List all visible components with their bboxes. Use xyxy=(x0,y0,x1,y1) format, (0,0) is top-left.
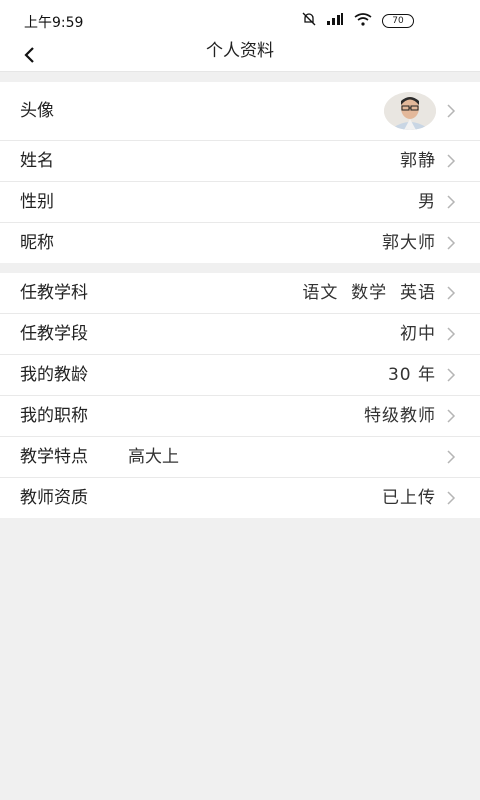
chevron-right-icon xyxy=(447,273,456,313)
section-gap xyxy=(0,263,480,273)
signal-icon xyxy=(327,13,343,25)
qualification-label: 教师资质 xyxy=(20,488,88,508)
section-gap xyxy=(0,72,480,82)
subject-row[interactable]: 任教学科 语文 数学 英语 xyxy=(0,273,480,314)
chevron-right-icon xyxy=(447,396,456,436)
nickname-value: 郭大师 xyxy=(382,233,436,253)
avatar-row[interactable]: 头像 xyxy=(0,82,480,141)
chevron-right-icon xyxy=(447,437,456,477)
nickname-row[interactable]: 昵称 郭大师 xyxy=(0,223,480,263)
nickname-label: 昵称 xyxy=(20,233,54,253)
gender-label: 性别 xyxy=(20,192,54,212)
gender-value: 男 xyxy=(418,192,436,212)
status-icons xyxy=(302,12,372,26)
stage-value: 初中 xyxy=(400,324,436,344)
battery-indicator: 70 xyxy=(382,14,414,28)
chevron-right-icon xyxy=(447,355,456,395)
qualification-value: 已上传 xyxy=(382,488,436,508)
avatar-label: 头像 xyxy=(20,101,54,121)
name-row[interactable]: 姓名 郭静 xyxy=(0,141,480,182)
teaching-feature-value: 高大上 xyxy=(128,447,179,467)
avatar xyxy=(384,92,436,130)
subject-value: 语文 数学 英语 xyxy=(302,283,436,303)
teaching-years-row[interactable]: 我的教龄 30 年 xyxy=(0,355,480,396)
teaching-years-value: 30 年 xyxy=(387,365,436,385)
qualification-row[interactable]: 教师资质 已上传 xyxy=(0,478,480,518)
mute-bell-icon xyxy=(302,12,316,26)
status-bar: 上午9:59 70 xyxy=(0,0,480,40)
nav-bar: 个人资料 xyxy=(0,40,480,72)
teaching-feature-label: 教学特点 xyxy=(20,447,88,467)
wifi-icon xyxy=(354,12,372,26)
stage-label: 任教学段 xyxy=(20,324,88,344)
professional-title-row[interactable]: 我的职称 特级教师 xyxy=(0,396,480,437)
profile-group: 头像 姓名 郭静 性别 男 昵称 郭大师 xyxy=(0,82,480,263)
professional-title-label: 我的职称 xyxy=(20,406,88,426)
gender-row[interactable]: 性别 男 xyxy=(0,182,480,223)
teaching-group: 任教学科 语文 数学 英语 任教学段 初中 我的教龄 30 年 我的职称 特级教… xyxy=(0,273,480,518)
professional-title-value: 特级教师 xyxy=(364,406,436,426)
subject-label: 任教学科 xyxy=(20,283,88,303)
status-time: 上午9:59 xyxy=(24,15,84,31)
page-title: 个人资料 xyxy=(206,41,274,61)
chevron-right-icon xyxy=(447,314,456,354)
chevron-right-icon xyxy=(447,82,456,140)
stage-row[interactable]: 任教学段 初中 xyxy=(0,314,480,355)
chevron-right-icon xyxy=(447,182,456,222)
teaching-feature-row[interactable]: 教学特点 高大上 xyxy=(0,437,480,478)
teaching-years-label: 我的教龄 xyxy=(20,365,88,385)
name-label: 姓名 xyxy=(20,151,54,171)
name-value: 郭静 xyxy=(400,151,436,171)
chevron-right-icon xyxy=(447,478,456,518)
chevron-right-icon xyxy=(447,141,456,181)
chevron-right-icon xyxy=(447,223,456,263)
